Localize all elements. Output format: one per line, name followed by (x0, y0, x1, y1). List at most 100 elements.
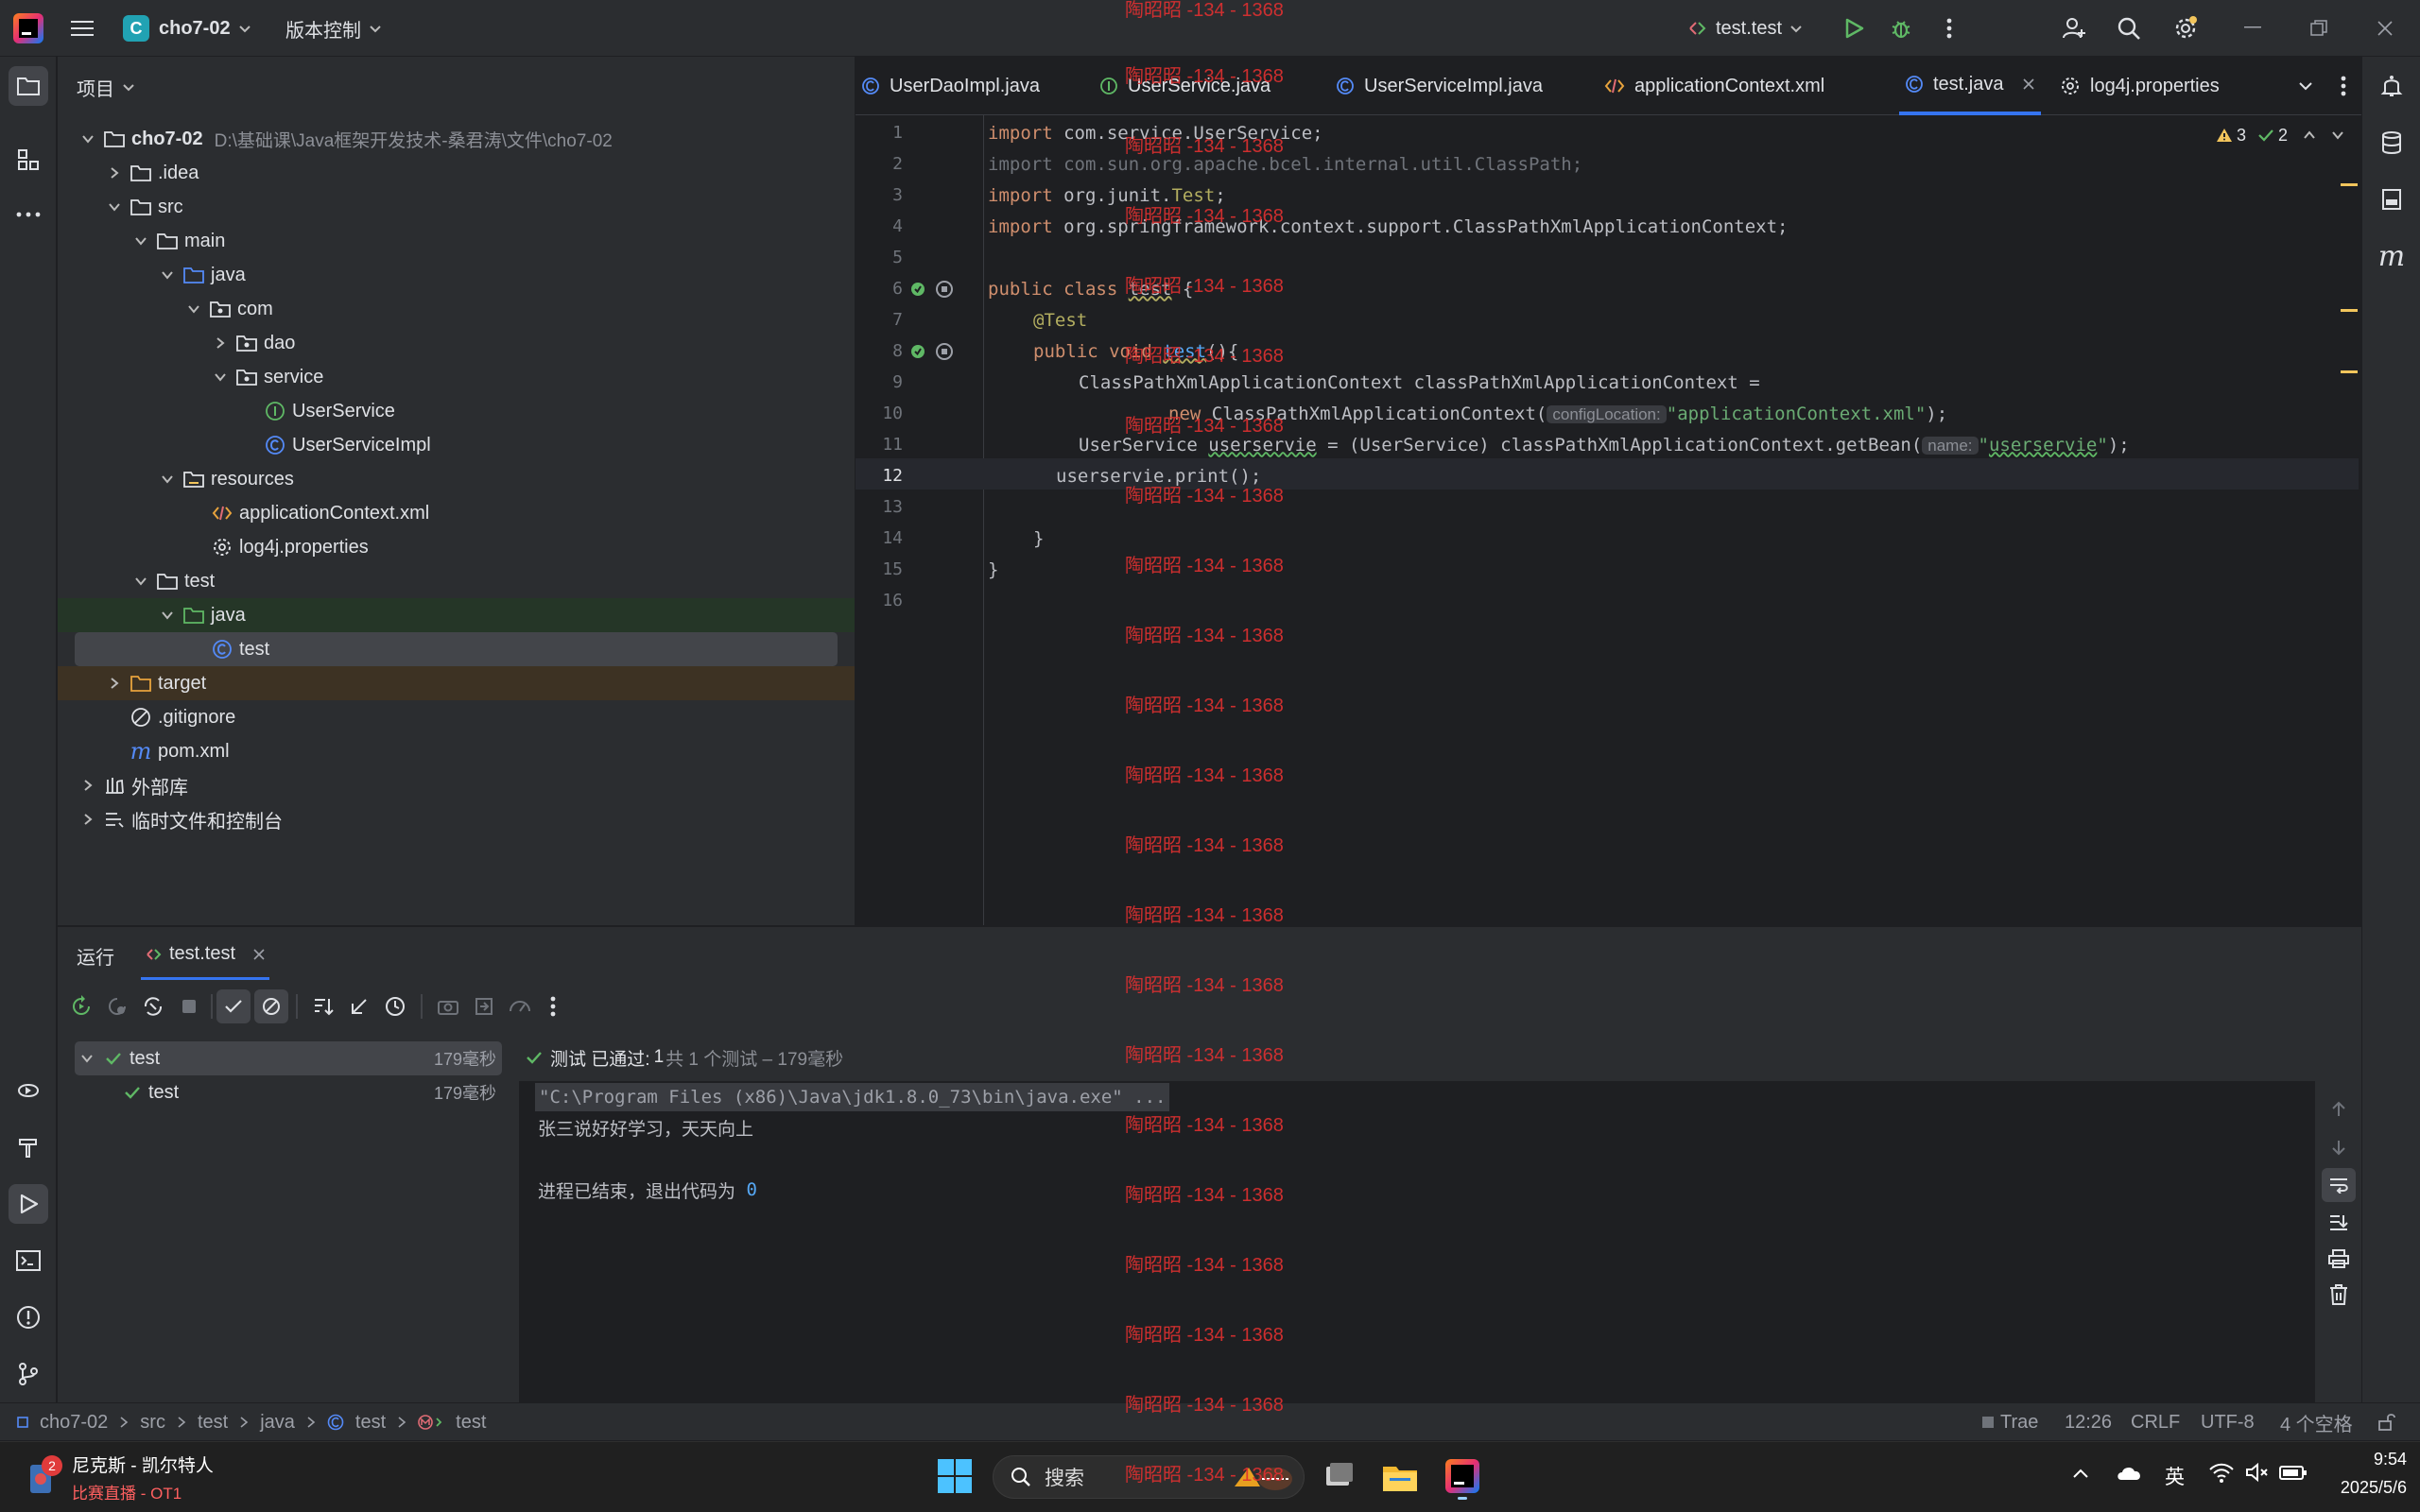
tree-item-external-libraries[interactable]: 外部库 (58, 768, 855, 802)
search-icon[interactable] (2114, 13, 2144, 43)
windows-start-icon[interactable] (936, 1457, 974, 1495)
database-icon[interactable] (2372, 123, 2411, 163)
more-actions-icon[interactable] (1936, 13, 1962, 43)
project-view-selector[interactable]: 项目 (77, 70, 135, 104)
tree-item-test-class[interactable]: test (58, 632, 855, 666)
breakpoint-gutter-icon[interactable] (935, 280, 954, 299)
breadcrumb-item[interactable]: java (260, 1412, 295, 1434)
show-passed-icon[interactable] (216, 989, 251, 1023)
close-window-icon[interactable] (2371, 13, 2399, 43)
breadcrumb-item[interactable]: test (355, 1412, 386, 1434)
project-folder-icon[interactable] (9, 66, 48, 106)
volume-muted-icon[interactable] (2244, 1461, 2273, 1489)
indent-setting[interactable]: 4 个空格 (2280, 1403, 2353, 1441)
wifi-icon[interactable] (2208, 1461, 2237, 1489)
tree-item-dao[interactable]: dao (58, 326, 855, 360)
show-ignored-icon[interactable] (254, 989, 288, 1023)
tree-item-test-java[interactable]: java (58, 598, 855, 632)
line-separator[interactable]: CRLF (2131, 1403, 2180, 1441)
test-tree-child[interactable]: test 179毫秒 (75, 1075, 502, 1109)
tree-item-com[interactable]: com (58, 292, 855, 326)
soft-wrap-icon[interactable] (2322, 1168, 2356, 1202)
tree-item-idea[interactable]: .idea (58, 156, 855, 190)
breadcrumb-item[interactable]: src (140, 1412, 165, 1434)
vcs-menu[interactable]: 版本控制 (285, 12, 382, 44)
maven-icon[interactable]: m (2372, 236, 2411, 276)
tree-item-main[interactable]: main (58, 224, 855, 258)
add-user-icon[interactable] (2059, 13, 2089, 43)
file-encoding[interactable]: UTF-8 (2201, 1403, 2255, 1441)
build-hammer-icon[interactable] (9, 1127, 48, 1167)
git-branch-icon[interactable] (9, 1354, 48, 1394)
scroll-down-icon[interactable] (2324, 1132, 2354, 1162)
tree-item-test-folder[interactable]: test (58, 564, 855, 598)
tree-item-service[interactable]: service (58, 360, 855, 394)
main-menu-icon[interactable] (68, 15, 96, 42)
read-only-lock-icon[interactable] (2375, 1411, 2399, 1434)
caret-position[interactable]: 12:26 (2065, 1403, 2112, 1441)
editor-more-icon[interactable] (2330, 73, 2357, 99)
tree-item-pom[interactable]: m pom.xml (58, 734, 855, 768)
problems-icon[interactable] (9, 1297, 48, 1337)
stop-icon[interactable] (171, 997, 207, 1016)
tab-userservice[interactable]: UserService.java (1099, 57, 1270, 115)
run-test-gutter-icon[interactable] (910, 280, 929, 299)
import-tests-icon[interactable] (466, 996, 502, 1017)
sort-icon[interactable] (305, 996, 341, 1017)
coverage-icon[interactable] (502, 996, 538, 1017)
structure-icon[interactable] (9, 140, 48, 180)
tray-chevron-up-icon[interactable] (2070, 1463, 2099, 1491)
rerun-icon[interactable] (63, 995, 99, 1018)
clock-date[interactable]: 2025/5/6 (2312, 1478, 2407, 1498)
settings-gear-icon[interactable] (2170, 13, 2201, 43)
tree-item-resources[interactable]: resources (58, 462, 855, 496)
breadcrumb-item[interactable]: test (198, 1412, 228, 1434)
tab-applicationcontext[interactable]: applicationContext.xml (1604, 57, 1824, 115)
debug-button[interactable] (1886, 13, 1916, 43)
rerun-failed-icon[interactable] (99, 995, 135, 1018)
tree-item-main-java[interactable]: java (58, 258, 855, 292)
console-command[interactable]: "C:\Program Files (x86)\Java\jdk1.8.0_73… (535, 1083, 1170, 1111)
tree-item-userserviceimpl[interactable]: UserServiceImpl (58, 428, 855, 462)
ime-indicator[interactable]: 英 (2165, 1459, 2185, 1493)
toggle-auto-test-icon[interactable] (135, 995, 171, 1018)
print-icon[interactable] (2324, 1244, 2354, 1274)
scroll-to-end-icon[interactable] (2324, 1208, 2354, 1238)
breakpoint-gutter-icon[interactable] (935, 342, 954, 361)
run-test-gutter-icon[interactable] (910, 342, 929, 361)
camera-icon[interactable] (430, 997, 466, 1016)
file-explorer-icon[interactable] (1380, 1457, 1420, 1497)
run-config-selector[interactable]: test.test (1687, 12, 1803, 44)
tree-item-target[interactable]: target (58, 666, 855, 700)
tree-item-scratches[interactable]: 临时文件和控制台 (58, 802, 855, 836)
clear-trash-icon[interactable] (2324, 1280, 2354, 1310)
run-tool-icon[interactable] (9, 1184, 48, 1224)
history-clock-icon[interactable] (377, 995, 413, 1018)
close-tab-icon[interactable] (252, 948, 266, 961)
tree-item-log4j[interactable]: log4j.properties (58, 530, 855, 564)
console-output[interactable]: "C:\Program Files (x86)\Java\jdk1.8.0_73… (519, 1081, 2315, 1402)
tree-item-src[interactable]: src (58, 190, 855, 224)
services-icon[interactable] (9, 1071, 48, 1110)
tree-root-cho7-02[interactable]: cho7-02 D:\基础课\Java框架开发技术-桑君涛\文件\cho7-02 (58, 122, 855, 156)
more-tools-icon[interactable] (9, 195, 48, 234)
trae-widget[interactable]: Trae (1981, 1403, 2038, 1441)
tree-item-applicationcontext[interactable]: applicationContext.xml (58, 496, 855, 530)
onedrive-cloud-icon[interactable] (2116, 1463, 2146, 1491)
collapse-all-icon[interactable] (341, 996, 377, 1017)
tab-userserviceimpl[interactable]: UserServiceImpl.java (1336, 57, 1543, 115)
minimize-window-icon[interactable] (2238, 13, 2267, 43)
tab-test-java[interactable]: test.java (1899, 57, 2042, 115)
restore-window-icon[interactable] (2305, 13, 2333, 43)
terminal-icon[interactable] (9, 1241, 48, 1280)
run-button[interactable] (1839, 13, 1869, 43)
clock-time[interactable]: 9:54 (2322, 1450, 2407, 1469)
scroll-up-icon[interactable] (2324, 1094, 2354, 1125)
tab-log4j[interactable]: log4j.properties (2060, 57, 2220, 115)
tab-userdaoimpl[interactable]: UserDaoImpl.java (861, 57, 1040, 115)
run-tab-test[interactable]: test.test (141, 931, 270, 980)
intellij-taskbar-icon[interactable] (1441, 1455, 1484, 1501)
news-widget-icon[interactable]: 2 (26, 1455, 64, 1497)
breadcrumb-item[interactable]: test (456, 1412, 486, 1434)
media-subtitle[interactable]: 比赛直播 - OT1 (72, 1480, 182, 1503)
